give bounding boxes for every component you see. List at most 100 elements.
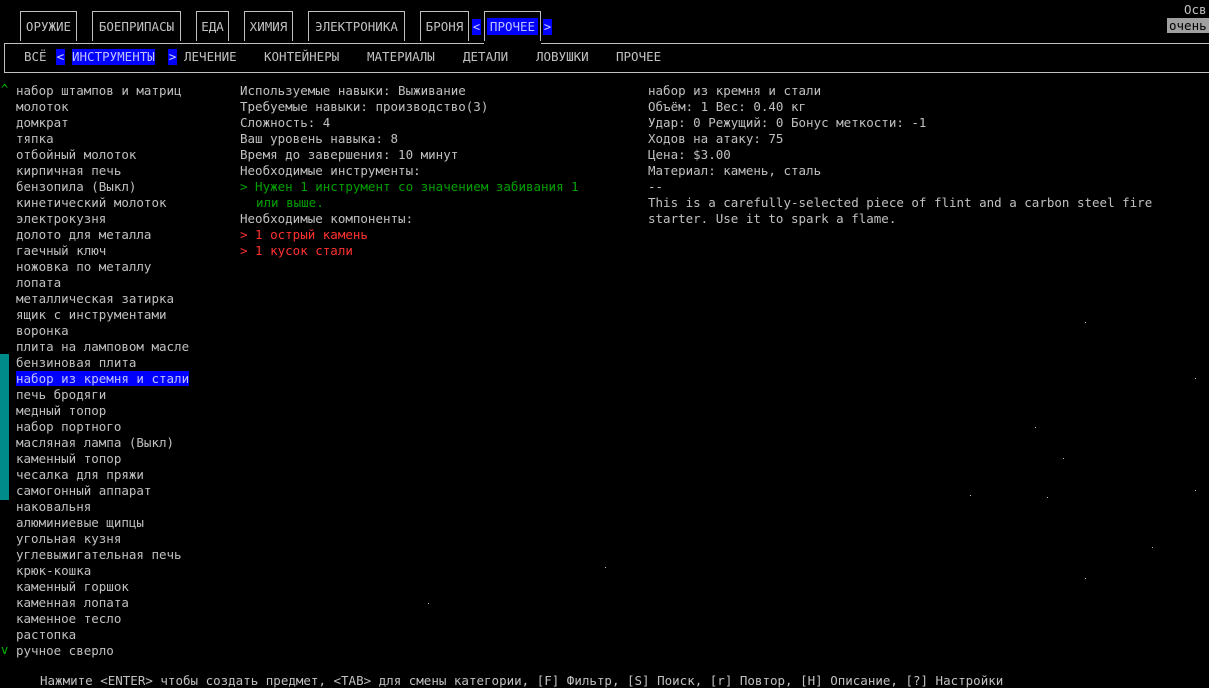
list-item[interactable]: набор штампов и матриц: [16, 83, 226, 99]
tab-left-arrow-icon[interactable]: <: [472, 19, 481, 35]
list-item-label: лопата: [16, 275, 62, 290]
noise-dot: [1035, 427, 1036, 428]
list-item-label: ножовка по металлу: [16, 259, 152, 274]
list-item[interactable]: самогонный аппарат: [16, 483, 226, 499]
list-item-label: растопка: [16, 627, 77, 642]
subtab-containers[interactable]: КОНТЕЙНЕРЫ: [264, 49, 339, 65]
list-item[interactable]: воронка: [16, 323, 226, 339]
list-item[interactable]: кирпичная печь: [16, 163, 226, 179]
list-item[interactable]: тяпка: [16, 131, 226, 147]
list-item-label: набор из кремня и стали: [16, 371, 190, 386]
list-item-label: долото для металла: [16, 227, 152, 242]
list-item-label: чесалка для пряжи: [16, 467, 144, 482]
tab-electronics[interactable]: ЭЛЕКТРОНИКА: [308, 11, 405, 41]
list-item[interactable]: ручное сверло: [16, 643, 226, 659]
subtab-parts[interactable]: ДЕТАЛИ: [463, 49, 508, 65]
subtab-right-arrow-icon[interactable]: >: [168, 49, 177, 65]
tab-armor[interactable]: БРОНЯ: [420, 11, 469, 41]
list-item[interactable]: медный топор: [16, 403, 226, 419]
list-item[interactable]: бензопила (Выкл): [16, 179, 226, 195]
list-item[interactable]: кинетический молоток: [16, 195, 226, 211]
category-tabs: ОРУЖИЕ БОЕПРИПАСЫ ЕДА ХИМИЯ ЭЛЕКТРОНИКА …: [0, 8, 1209, 44]
noise-dot: [1195, 490, 1196, 491]
list-item[interactable]: металлическая затирка: [16, 291, 226, 307]
scroll-up-icon[interactable]: ^: [1, 82, 8, 96]
list-item[interactable]: электрокузня: [16, 211, 226, 227]
list-item-label: кирпичная печь: [16, 163, 122, 178]
list-item[interactable]: масляная лампа (Выкл): [16, 435, 226, 451]
subtab-tools[interactable]: ИНСТРУМЕНТЫ: [72, 49, 155, 65]
list-item[interactable]: растопка: [16, 627, 226, 643]
item-damage: Удар: 0 Режущий: 0 Бонус меткости: -1: [648, 115, 927, 130]
active-tab-gap: [484, 43, 541, 44]
list-item[interactable]: углевыжигательная печь: [16, 547, 226, 563]
subtab-materials[interactable]: МАТЕРИАЛЫ: [367, 49, 435, 65]
scrollbar-track[interactable]: [0, 100, 9, 640]
list-item[interactable]: долото для металла: [16, 227, 226, 243]
list-item[interactable]: печь бродяги: [16, 387, 226, 403]
list-item[interactable]: домкрат: [16, 115, 226, 131]
list-item[interactable]: ящик с инструментами: [16, 307, 226, 323]
list-item[interactable]: алюминиевые щипцы: [16, 515, 226, 531]
noise-dot: [1063, 458, 1064, 459]
list-item[interactable]: набор портного: [16, 419, 226, 435]
tab-ammo[interactable]: БОЕПРИПАСЫ: [92, 11, 181, 41]
tab-label: БОЕПРИПАСЫ: [98, 19, 175, 34]
tab-other[interactable]: ПРОЧЕЕ: [484, 11, 541, 41]
noise-dot: [1152, 547, 1153, 548]
list-item[interactable]: каменное тесло: [16, 611, 226, 627]
item-material: Материал: камень, сталь: [648, 163, 822, 178]
tab-chemistry[interactable]: ХИМИЯ: [244, 11, 293, 41]
list-item-label: масляная лампа (Выкл): [16, 435, 175, 450]
list-item[interactable]: каменная лопата: [16, 595, 226, 611]
tab-right-arrow-icon[interactable]: >: [543, 19, 552, 35]
noise-dot: [1085, 322, 1086, 323]
component-steel-chunk: > 1 кусок стали: [240, 243, 353, 258]
item-name: набор из кремня и стали: [648, 83, 822, 98]
tab-label: ХИМИЯ: [249, 19, 288, 34]
list-item[interactable]: каменный горшок: [16, 579, 226, 595]
list-item-label: домкрат: [16, 115, 69, 130]
list-item-label: набор портного: [16, 419, 122, 434]
list-item-label: каменная лопата: [16, 595, 129, 610]
noise-dot: [970, 495, 971, 496]
subtab-healing[interactable]: ЛЕЧЕНИЕ: [184, 49, 237, 65]
list-item-label: отбойный молоток: [16, 147, 137, 162]
used-skills: Используемые навыки: Выживание: [240, 83, 466, 98]
list-item-selected[interactable]: набор из кремня и стали: [16, 371, 226, 387]
list-item-label: алюминиевые щипцы: [16, 515, 144, 530]
list-item[interactable]: плита на ламповом масле: [16, 339, 226, 355]
subtab-all[interactable]: ВСЁ: [24, 49, 47, 65]
list-item[interactable]: гаечный ключ: [16, 243, 226, 259]
list-item[interactable]: крюк-кошка: [16, 563, 226, 579]
list-item[interactable]: чесалка для пряжи: [16, 467, 226, 483]
list-item[interactable]: ножовка по металлу: [16, 259, 226, 275]
list-item[interactable]: бензиновая плита: [16, 355, 226, 371]
tab-food[interactable]: ЕДА: [196, 11, 229, 41]
list-item[interactable]: молоток: [16, 99, 226, 115]
frame-top-line: [4, 43, 1209, 44]
components-header: Необходимые компоненты:: [240, 211, 414, 226]
subtab-traps[interactable]: ЛОВУШКИ: [536, 49, 589, 65]
subtab-other[interactable]: ПРОЧЕЕ: [616, 49, 661, 65]
frame-divider-line: [4, 72, 1209, 73]
subtab-left-arrow-icon[interactable]: <: [56, 49, 65, 65]
item-volume-weight: Объём: 1 Вес: 0.40 кг: [648, 99, 807, 114]
item-price: Цена: $3.00: [648, 147, 731, 162]
list-item[interactable]: отбойный молоток: [16, 147, 226, 163]
tool-requirement: > Нужен 1 инструмент со значением забива…: [240, 179, 579, 194]
scroll-down-icon[interactable]: v: [1, 643, 8, 657]
list-item-label: кинетический молоток: [16, 195, 167, 210]
list-item-label: каменный горшок: [16, 579, 129, 594]
noise-dot: [605, 567, 606, 568]
list-item-label: металлическая затирка: [16, 291, 175, 306]
list-item[interactable]: лопата: [16, 275, 226, 291]
list-item-label: ящик с инструментами: [16, 307, 167, 322]
list-item[interactable]: угольная кузня: [16, 531, 226, 547]
tab-weapons[interactable]: ОРУЖИЕ: [20, 11, 77, 41]
list-item[interactable]: каменный топор: [16, 451, 226, 467]
scrollbar-thumb[interactable]: [0, 354, 9, 500]
list-item[interactable]: наковальня: [16, 499, 226, 515]
noise-dot: [1085, 578, 1086, 579]
list-item-label: бензиновая плита: [16, 355, 137, 370]
